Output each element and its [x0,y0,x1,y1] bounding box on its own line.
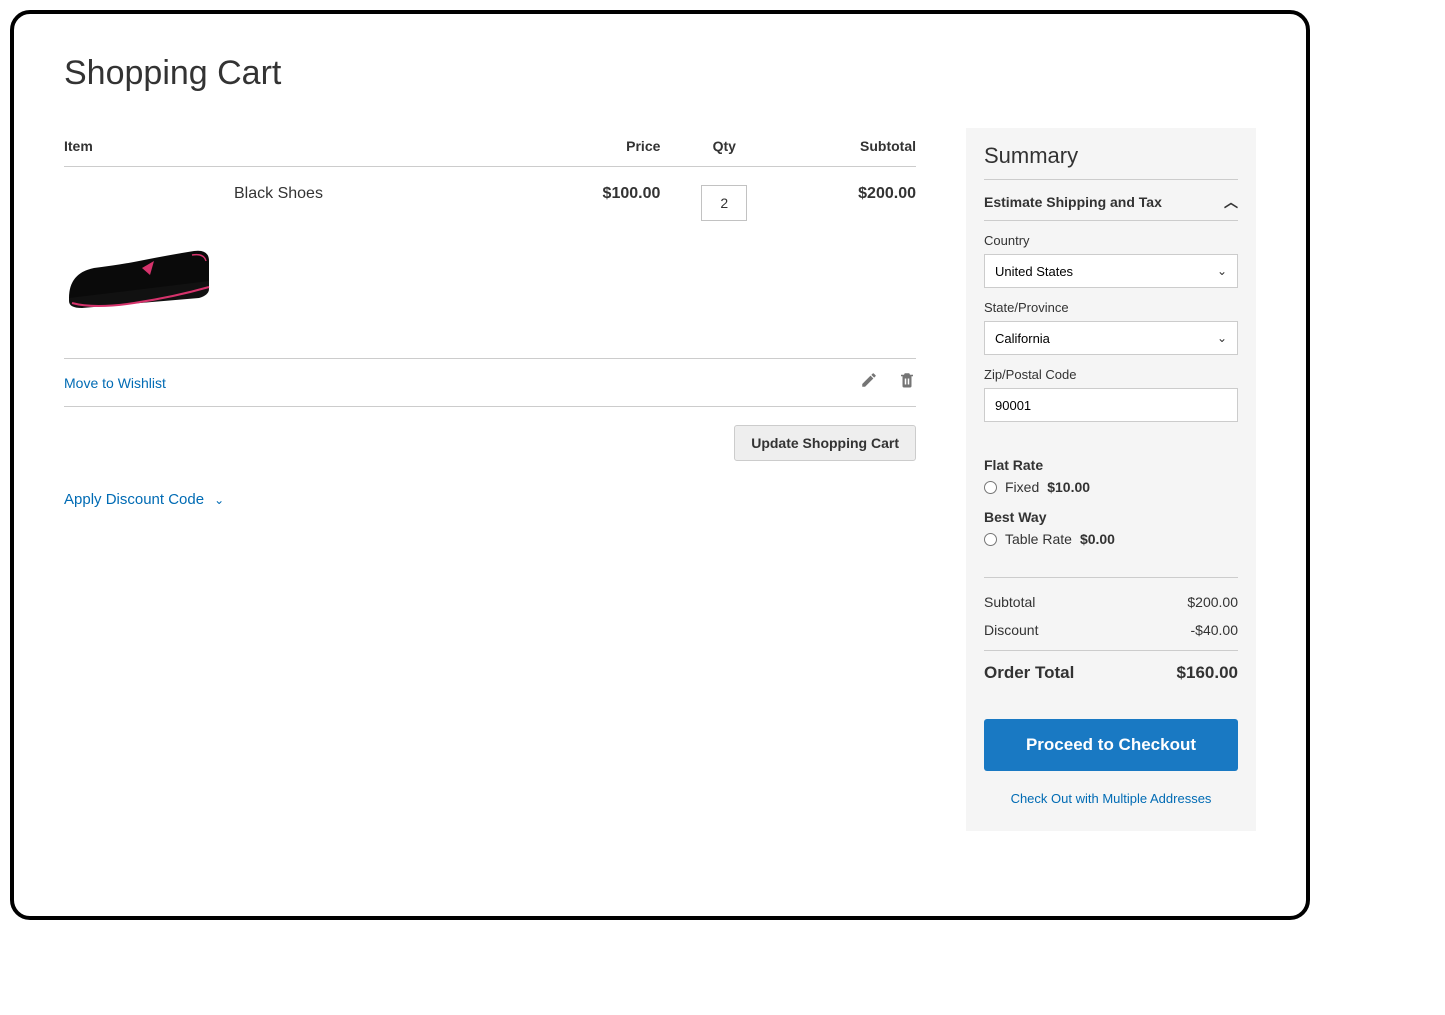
order-total-row: Order Total $160.00 [984,650,1238,689]
zip-field: Zip/Postal Code [984,367,1238,422]
best-way-group: Best Way Table Rate $0.00 [984,509,1238,547]
layout: Item Price Qty Subtotal Black Shoes [64,128,1256,831]
country-value: United States [995,264,1073,279]
discount-label: Discount [984,622,1038,638]
summary-panel: Summary Estimate Shipping and Tax ︿ Coun… [966,128,1256,831]
update-row: Update Shopping Cart [64,425,916,461]
flat-rate-option-label: Fixed [1005,479,1039,495]
chevron-down-icon: ⌄ [1217,264,1227,278]
state-value: California [995,331,1050,346]
col-header-subtotal: Subtotal [788,128,916,167]
best-way-radio[interactable] [984,533,997,546]
item-name: Black Shoes [64,185,533,203]
discount-value: -$40.00 [1191,622,1238,638]
chevron-down-icon: ⌄ [214,493,224,507]
zip-label: Zip/Postal Code [984,367,1238,382]
best-way-title: Best Way [984,509,1238,525]
edit-item-button[interactable] [860,371,878,394]
order-total-label: Order Total [984,663,1074,683]
order-total-value: $160.00 [1177,663,1238,683]
discount-row: Discount -$40.00 [984,616,1238,644]
estimate-shipping-label: Estimate Shipping and Tax [984,194,1162,210]
cart-column: Item Price Qty Subtotal Black Shoes [64,128,916,509]
summary-title: Summary [984,143,1238,180]
chevron-up-icon: ︿ [1224,192,1238,212]
best-way-option[interactable]: Table Rate $0.00 [984,531,1238,547]
remove-item-button[interactable] [898,371,916,394]
shipping-methods: Flat Rate Fixed $10.00 Best Way Table Ra… [984,457,1238,547]
flat-rate-radio[interactable] [984,481,997,494]
cart-item-row: Black Shoes $100 [64,167,916,319]
state-field: State/Province California ⌄ [984,300,1238,355]
item-qty-input[interactable] [701,185,747,221]
country-select[interactable]: United States ⌄ [984,254,1238,288]
chevron-down-icon: ⌄ [1217,331,1227,345]
subtotal-label: Subtotal [984,594,1035,610]
best-way-cost: $0.00 [1080,531,1115,547]
subtotal-value: $200.00 [1187,594,1238,610]
item-subtotal: $200.00 [788,167,916,319]
col-header-qty: Qty [660,128,788,167]
flat-rate-option[interactable]: Fixed $10.00 [984,479,1238,495]
zip-input[interactable] [984,388,1238,422]
flat-rate-group: Flat Rate Fixed $10.00 [984,457,1238,495]
move-to-wishlist-link[interactable]: Move to Wishlist [64,375,166,391]
estimate-shipping-toggle[interactable]: Estimate Shipping and Tax ︿ [984,180,1238,221]
page-frame: Shopping Cart Item Price Qty Subtotal Bl… [10,10,1310,920]
country-field: Country United States ⌄ [984,233,1238,288]
state-select[interactable]: California ⌄ [984,321,1238,355]
update-cart-button[interactable]: Update Shopping Cart [734,425,916,461]
col-header-item: Item [64,128,533,167]
subtotal-row: Subtotal $200.00 [984,588,1238,616]
apply-discount-label: Apply Discount Code [64,491,204,508]
best-way-option-label: Table Rate [1005,531,1072,547]
flat-rate-title: Flat Rate [984,457,1238,473]
checkout-multiple-addresses-link[interactable]: Check Out with Multiple Addresses [984,791,1238,806]
proceed-to-checkout-button[interactable]: Proceed to Checkout [984,719,1238,771]
totals-block: Subtotal $200.00 Discount -$40.00 Order … [984,577,1238,689]
shoe-icon [64,233,214,318]
flat-rate-cost: $10.00 [1047,479,1090,495]
col-header-price: Price [533,128,661,167]
page-title: Shopping Cart [64,54,1256,93]
item-actions [860,371,916,394]
item-actions-row: Move to Wishlist [64,358,916,407]
apply-discount-toggle[interactable]: Apply Discount Code ⌄ [64,491,224,508]
cart-table: Item Price Qty Subtotal Black Shoes [64,128,916,318]
country-label: Country [984,233,1238,248]
trash-icon [898,371,916,389]
item-price: $100.00 [533,167,661,319]
item-image [64,233,214,318]
state-label: State/Province [984,300,1238,315]
pencil-icon [860,371,878,389]
